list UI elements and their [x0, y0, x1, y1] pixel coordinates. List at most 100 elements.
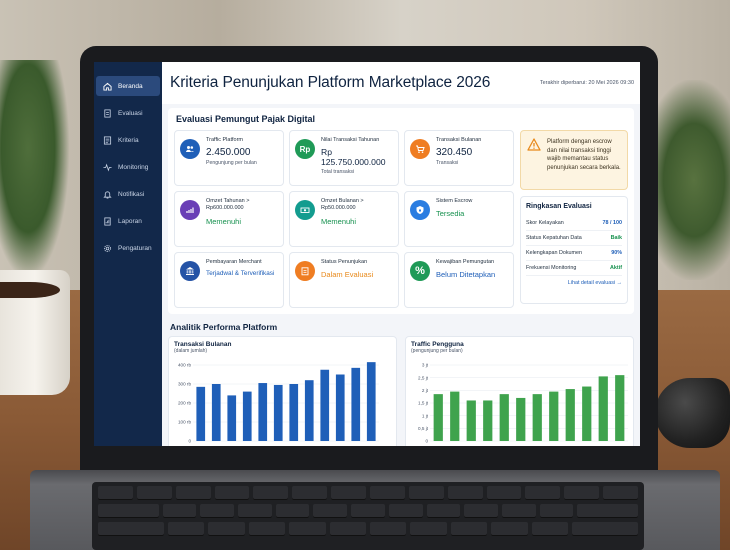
sidebar-item-pengaturan[interactable]: Pengaturan [96, 238, 160, 258]
card-sub: Total transaksi [321, 169, 355, 176]
card-label: Transaksi Bulanan [436, 137, 482, 143]
bar [258, 383, 268, 441]
sidebar-item-label: Evaluasi [118, 109, 143, 117]
bar [565, 389, 575, 441]
sidebar-item-notifikasi[interactable]: Notifikasi [96, 184, 160, 204]
summary-value: Baik [610, 235, 622, 241]
sidebar-item-monitoring[interactable]: Monitoring [96, 157, 160, 177]
bar [483, 400, 493, 441]
card-status: Terjadwal & Terverifikasi [206, 270, 275, 278]
section-title: Evaluasi Pemungut Pajak Digital [176, 114, 316, 124]
card-sub: Transaksi [436, 160, 459, 167]
bar [516, 397, 526, 441]
bar [273, 384, 283, 441]
rupiah-icon: Rp [295, 139, 315, 159]
bar [466, 400, 476, 441]
chart-title: Traffic Pengguna [411, 341, 464, 348]
bell-icon [102, 189, 112, 199]
coffee [0, 282, 60, 298]
evaluation-summary: Ringkasan Evaluasi Skor Kelayakan 78 / 1… [520, 196, 628, 304]
chart-traffic-svg: 00,5 jt1 jt1,5 jt2 jt2,5 jt3 jtJanFebMar… [418, 363, 628, 444]
card-label: Pembayaran Merchant [206, 259, 262, 265]
charts-row: Transaksi Bulanan (dalam jumlah) 0 100 rb… [168, 336, 634, 446]
card-kewajiban-pemungutan[interactable]: % Kewajiban Pemungutan Belum Ditetapkan [404, 252, 514, 308]
activity-icon [102, 162, 112, 172]
warning-alert: Platform dengan escrow dan nilai transak… [520, 130, 628, 190]
growth-icon [180, 200, 200, 220]
bar [335, 374, 345, 441]
gear-icon [102, 243, 112, 253]
card-traffic-platform[interactable]: Traffic Platform 2.450.000 Pengunjung pe… [174, 130, 284, 186]
keyboard [92, 482, 644, 550]
y-tick-label: 3 jt [422, 363, 429, 368]
detail-link[interactable]: Lihat detail evaluasi → [526, 280, 622, 286]
y-tick-label: 2 jt [422, 388, 429, 393]
card-pembayaran-merchant[interactable]: Pembayaran Merchant Terjadwal & Terverif… [174, 252, 284, 308]
chart-subtitle: (dalam jumlah) [174, 348, 208, 354]
y-tick-label: 1 jt [422, 413, 429, 418]
summary-row: Frekuensi Monitoring Aktif [526, 261, 622, 276]
card-value: Rp 125.750.000.000 [321, 147, 386, 168]
bar [196, 386, 206, 441]
evaluation-cards: Traffic Platform 2.450.000 Pengunjung pe… [174, 130, 514, 308]
card-omzet-tahunan[interactable]: Omzet Tahunan > Rp600.000.000 Memenuhi [174, 191, 284, 247]
money-icon [295, 200, 315, 220]
bar [289, 384, 299, 441]
bar [211, 384, 221, 441]
card-status-penunjukan[interactable]: Status Penunjukan Dalam Evaluasi [289, 252, 399, 308]
card-status: Memenuhi [206, 216, 242, 226]
card-status: Tersedia [436, 209, 465, 219]
chart-title: Transaksi Bulanan [174, 341, 232, 348]
bar [304, 380, 314, 441]
card-transaksi-bulanan[interactable]: Transaksi Bulanan 320.450 Transaksi [404, 130, 514, 186]
y-tick-label: 1,5 jt [418, 401, 429, 406]
y-tick-label: 300 rb [178, 382, 191, 387]
bar [598, 376, 608, 441]
y-tick-label: 0 [188, 439, 191, 444]
sidebar-item-label: Laporan [118, 217, 142, 225]
bar [499, 394, 509, 441]
sidebar-item-beranda[interactable]: Beranda [96, 76, 160, 96]
plant-left [0, 60, 70, 280]
bar [549, 391, 559, 441]
summary-label: Kelengkapan Dokumen [526, 250, 583, 256]
bar [532, 394, 542, 441]
last-updated: Terakhir diperbarui: 20 Mei 2026 09:30 [539, 80, 634, 86]
summary-row: Skor Kelayakan 78 / 100 [526, 216, 622, 231]
card-label: Omzet Bulanan > Rp50.000.000 [321, 198, 364, 212]
card-label: Status Penunjukan [321, 259, 368, 265]
percent-icon: % [410, 261, 430, 281]
card-nilai-transaksi[interactable]: Rp Nilai Transaksi Tahunan Rp 125.750.00… [289, 130, 399, 186]
clipboard-icon [295, 261, 315, 281]
chart-transaksi-svg: 0100 rb200 rb300 rb400 rbJanFebMarAprMei… [178, 362, 379, 444]
sidebar: Beranda Evaluasi Kriteria Monitoring Not… [94, 62, 162, 446]
summary-value: 78 / 100 [602, 220, 622, 226]
evaluation-section: Evaluasi Pemungut Pajak Digital Traffic … [168, 108, 634, 314]
main-content: Kriteria Penunjukan Platform Marketplace… [162, 62, 640, 446]
bar [227, 395, 237, 441]
card-sub: Pengunjung per bulan [206, 160, 257, 167]
summary-label: Skor Kelayakan [526, 220, 564, 226]
summary-row: Kelengkapan Dokumen 90% [526, 246, 622, 261]
card-sistem-escrow[interactable]: Sistem Escrow Tersedia [404, 191, 514, 247]
card-value: 2.450.000 [206, 147, 251, 159]
bar [320, 369, 330, 441]
y-tick-label: 400 rb [178, 363, 191, 368]
alert-text: Platform dengan escrow dan nilai transak… [547, 139, 621, 172]
sidebar-item-label: Pengaturan [118, 244, 152, 252]
sidebar-item-evaluasi[interactable]: Evaluasi [96, 103, 160, 123]
sidebar-item-kriteria[interactable]: Kriteria [96, 130, 160, 150]
card-label: Omzet Tahunan > Rp600.000.000 [206, 198, 250, 212]
card-status: Memenuhi [321, 216, 357, 226]
bar [433, 394, 443, 441]
sidebar-item-label: Monitoring [118, 163, 149, 171]
card-omzet-bulanan[interactable]: Omzet Bulanan > Rp50.000.000 Memenuhi [289, 191, 399, 247]
summary-label: Frekuensi Monitoring [526, 265, 577, 271]
sidebar-item-laporan[interactable]: Laporan [96, 211, 160, 231]
list-icon [102, 135, 112, 145]
summary-title: Ringkasan Evaluasi [526, 203, 592, 210]
sidebar-item-label: Notifikasi [118, 190, 145, 198]
card-label: Sistem Escrow [436, 198, 473, 204]
bar [242, 391, 252, 441]
y-tick-label: 2,5 jt [418, 375, 429, 380]
